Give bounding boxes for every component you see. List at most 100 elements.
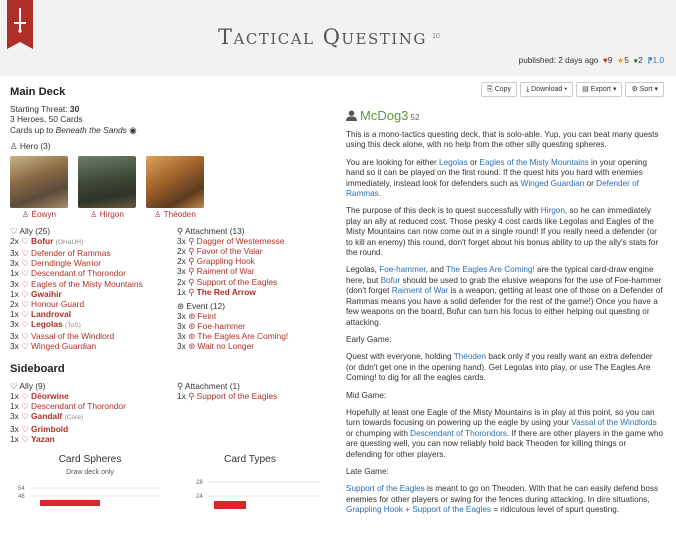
card-name-link[interactable]: Feint	[198, 311, 217, 321]
card-name-link[interactable]: Legolas	[31, 319, 63, 329]
hero-cards: ♙ Éowyn ♙ Hirgon ♙ Théoden	[10, 155, 330, 220]
card-qty: 3x	[10, 341, 19, 352]
card-name-link[interactable]: Favor of the Valar	[197, 246, 263, 256]
copy-button[interactable]: ⎘ Copy	[481, 82, 518, 97]
hero-name[interactable]: ♙ Théoden	[146, 210, 204, 220]
heart-icon: ♥	[600, 56, 608, 65]
card-name-link[interactable]: Gandalf	[31, 411, 62, 421]
card-name-link[interactable]: The Red Arrow	[197, 287, 256, 297]
card-link[interactable]: Winged Guardian	[521, 179, 585, 188]
card-name-link[interactable]: The Eagles Are Coming!	[197, 331, 288, 341]
ally-icon: ♡	[21, 433, 29, 444]
card-row: 2x ♡ Bofur (OHaUH)	[10, 236, 177, 248]
card-name-link[interactable]: Vassal of the Windlord	[31, 331, 114, 341]
card-link[interactable]: Foe-hammer	[379, 265, 425, 274]
sort-button[interactable]: ⚙ Sort ▾	[625, 82, 664, 97]
text: .	[378, 189, 382, 199]
card-name-link[interactable]: Support of the Eagles	[197, 391, 278, 401]
card-link[interactable]: Théoden	[454, 352, 486, 361]
site-logo[interactable]	[7, 0, 33, 42]
sort-label: Sort	[639, 86, 653, 93]
hero-icon: ♙	[10, 141, 18, 152]
card-row: 3x ♡ Eagles of the Misty Mountains	[10, 279, 177, 289]
card-name-link[interactable]: Grappling Hook	[197, 256, 255, 266]
card-qty: 1x	[177, 286, 186, 297]
card-name-link[interactable]: Landroval	[31, 309, 71, 319]
spheres-chart-title: Card Spheres	[58, 453, 122, 465]
card-name-link[interactable]: Gwaihir	[31, 289, 62, 299]
card-link[interactable]: The Eagles Are Coming!	[446, 265, 535, 274]
hero-image[interactable]	[78, 155, 136, 208]
card-name-link[interactable]: Déorwine	[31, 391, 69, 401]
hero-name-text[interactable]: Théoden	[164, 210, 196, 219]
y-tick-label: 28	[196, 480, 203, 486]
sword-icon	[14, 8, 26, 33]
card-name-link[interactable]: Bofur	[31, 236, 53, 246]
card-link[interactable]: Bofur	[381, 276, 401, 285]
card-name-link[interactable]: Descendant of Thorondor	[31, 268, 126, 278]
card-name-link[interactable]: Defender of Rammas	[31, 248, 111, 258]
eye-icon[interactable]: ◉	[129, 125, 136, 135]
card-name-link[interactable]: Honour Guard	[31, 299, 84, 309]
hero-image[interactable]	[10, 155, 68, 208]
card-link[interactable]: Descendant of Thorondors	[410, 429, 507, 438]
ally-icon: ♡	[21, 341, 29, 352]
card-name-link[interactable]: Descendant of Thorondor	[31, 401, 126, 411]
y-tick-label: 24	[196, 494, 203, 500]
card-name-link[interactable]: Raiment of War	[197, 266, 255, 276]
card-link[interactable]: Support of the Eagles	[346, 484, 425, 493]
card-name-link[interactable]: Wait no Longer	[198, 341, 255, 351]
hero-name[interactable]: ♙ Éowyn	[10, 210, 68, 220]
sideboard-section: Sideboard ♡ Ally (9) 1x ♡ Déorwine 1x ♡ D…	[10, 363, 330, 444]
card-name-link[interactable]: Yazan	[31, 434, 55, 444]
card-qty: 2x	[177, 246, 186, 257]
export-button[interactable]: ▤ Export ▾	[576, 82, 623, 97]
sideboard-attachment-list: ⚲ Attachment (1) 1x ⚲ Support of the Eag…	[177, 381, 327, 444]
author-reputation: 52	[410, 113, 420, 122]
card-link[interactable]: Eagles of the Misty Mountains	[480, 158, 589, 167]
card-name-link[interactable]: Support of the Eagles	[197, 277, 278, 287]
card-link[interactable]: Raiment of War	[392, 286, 449, 295]
sideboard-ally-list: ♡ Ally (9) 1x ♡ Déorwine 1x ♡ Descendant …	[10, 381, 177, 444]
attachment-heading: ⚲ Attachment (13)	[177, 226, 327, 236]
ally-icon: ♡	[21, 248, 29, 259]
hero-image[interactable]	[146, 155, 204, 208]
download-button[interactable]: ⤓ Download ▾	[520, 82, 574, 97]
card-name-link[interactable]: Grimbold	[31, 424, 68, 434]
card-link[interactable]: Vassal of the Windlords	[571, 418, 656, 427]
text: Legolas,	[346, 265, 380, 275]
card-link[interactable]: Hirgon	[541, 206, 565, 215]
heart-outline-icon: ♡	[10, 226, 18, 237]
card-link[interactable]: Grappling Hook + Support of the Eagles	[346, 505, 491, 514]
caret-down-icon: ▾	[654, 86, 658, 93]
sideboard-ally-heading-label: Ally (9)	[19, 381, 46, 392]
card-name-link[interactable]: Eagles of the Misty Mountains	[31, 279, 143, 289]
hero-card-theoden[interactable]: ♙ Théoden	[146, 155, 204, 220]
hero-card-eowyn[interactable]: ♙ Éowyn	[10, 155, 68, 220]
hero-name[interactable]: ♙ Hirgon	[78, 210, 136, 220]
text: You are looking for either	[346, 157, 440, 167]
attachment-event-list: ⚲ Attachment (13) 3x ⚲ Dagger of Western…	[177, 226, 327, 351]
author-name[interactable]: McDog3	[360, 108, 408, 123]
cards-upto-label: Cards up to	[10, 124, 54, 135]
y-tick-label: 48	[18, 494, 25, 500]
hero-card-hirgon[interactable]: ♙ Hirgon	[78, 155, 136, 220]
likes-count: 9	[607, 56, 613, 65]
card-name-link[interactable]: Winged Guardian	[31, 341, 96, 351]
spheres-chart-subtitle: Draw deck only	[66, 468, 114, 476]
caret-down-icon: ▾	[612, 86, 617, 93]
hero-name-text[interactable]: Hirgon	[100, 210, 124, 219]
card-name-link[interactable]: Foe-hammer	[198, 321, 246, 331]
card-name-link[interactable]: Derndingle Warrior	[31, 258, 101, 268]
ally-icon: ♡	[21, 268, 29, 279]
hero-name-text[interactable]: Éowyn	[32, 210, 57, 219]
desc-paragraph: This is a mono-tactics questing deck, th…	[346, 130, 659, 150]
sideboard-attachment-heading: ⚲ Attachment (1)	[177, 381, 327, 391]
card-name-link[interactable]: Dagger of Westernesse	[197, 236, 285, 246]
card-qty: 2x	[177, 256, 186, 267]
card-qty: 1x	[10, 433, 19, 444]
card-link[interactable]: Legolas	[439, 158, 468, 167]
types-chart-title: Card Types	[224, 453, 276, 465]
ally-list: ♡ Ally (25) 2x ♡ Bofur (OHaUH) 3x ♡ Defen…	[10, 226, 177, 351]
hero-small-icon: ♙	[154, 209, 162, 219]
